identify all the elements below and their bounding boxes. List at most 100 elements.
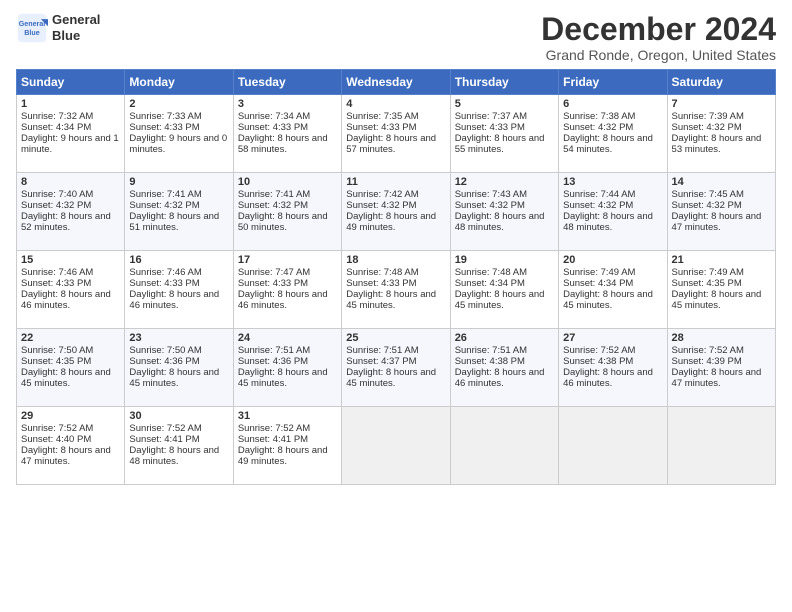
sunset-text: Sunset: 4:33 PM <box>455 122 525 133</box>
sunset-text: Sunset: 4:32 PM <box>563 200 633 211</box>
sunrise-text: Sunrise: 7:47 AM <box>238 267 310 278</box>
day-number: 20 <box>563 254 662 266</box>
calendar-cell: 11Sunrise: 7:42 AMSunset: 4:32 PMDayligh… <box>342 173 450 251</box>
calendar-cell: 18Sunrise: 7:48 AMSunset: 4:33 PMDayligh… <box>342 251 450 329</box>
logo-icon: General Blue <box>16 12 48 44</box>
day-number: 12 <box>455 176 554 188</box>
sunset-text: Sunset: 4:37 PM <box>346 356 416 367</box>
daylight-text: Daylight: 8 hours and 45 minutes. <box>129 367 219 389</box>
day-number: 21 <box>672 254 771 266</box>
sunset-text: Sunset: 4:41 PM <box>238 434 308 445</box>
day-number: 16 <box>129 254 228 266</box>
calendar-cell: 13Sunrise: 7:44 AMSunset: 4:32 PMDayligh… <box>559 173 667 251</box>
calendar-cell: 5Sunrise: 7:37 AMSunset: 4:33 PMDaylight… <box>450 95 558 173</box>
sunset-text: Sunset: 4:33 PM <box>21 278 91 289</box>
sunset-text: Sunset: 4:33 PM <box>346 278 416 289</box>
calendar-cell: 24Sunrise: 7:51 AMSunset: 4:36 PMDayligh… <box>233 329 341 407</box>
sunrise-text: Sunrise: 7:51 AM <box>238 345 310 356</box>
daylight-text: Daylight: 8 hours and 48 minutes. <box>129 445 219 467</box>
calendar-cell: 16Sunrise: 7:46 AMSunset: 4:33 PMDayligh… <box>125 251 233 329</box>
day-number: 15 <box>21 254 120 266</box>
sunrise-text: Sunrise: 7:32 AM <box>21 111 93 122</box>
sunrise-text: Sunrise: 7:34 AM <box>238 111 310 122</box>
sunrise-text: Sunrise: 7:51 AM <box>455 345 527 356</box>
daylight-text: Daylight: 8 hours and 45 minutes. <box>238 367 328 389</box>
day-number: 5 <box>455 98 554 110</box>
daylight-text: Daylight: 8 hours and 57 minutes. <box>346 133 436 155</box>
sunset-text: Sunset: 4:33 PM <box>238 278 308 289</box>
sunset-text: Sunset: 4:32 PM <box>238 200 308 211</box>
sunrise-text: Sunrise: 7:42 AM <box>346 189 418 200</box>
daylight-text: Daylight: 8 hours and 45 minutes. <box>346 289 436 311</box>
calendar-cell: 1Sunrise: 7:32 AMSunset: 4:34 PMDaylight… <box>17 95 125 173</box>
daylight-text: Daylight: 8 hours and 48 minutes. <box>455 211 545 233</box>
sunset-text: Sunset: 4:35 PM <box>21 356 91 367</box>
day-number: 11 <box>346 176 445 188</box>
daylight-text: Daylight: 8 hours and 47 minutes. <box>21 445 111 467</box>
day-header: Tuesday <box>233 70 341 95</box>
calendar-cell: 26Sunrise: 7:51 AMSunset: 4:38 PMDayligh… <box>450 329 558 407</box>
calendar-week-row: 8Sunrise: 7:40 AMSunset: 4:32 PMDaylight… <box>17 173 776 251</box>
calendar-cell <box>450 407 558 485</box>
day-number: 3 <box>238 98 337 110</box>
day-number: 10 <box>238 176 337 188</box>
day-number: 18 <box>346 254 445 266</box>
sunrise-text: Sunrise: 7:41 AM <box>129 189 201 200</box>
day-number: 24 <box>238 332 337 344</box>
sunrise-text: Sunrise: 7:37 AM <box>455 111 527 122</box>
sunrise-text: Sunrise: 7:48 AM <box>346 267 418 278</box>
logo-line2: Blue <box>52 28 100 44</box>
sunset-text: Sunset: 4:38 PM <box>563 356 633 367</box>
sunset-text: Sunset: 4:33 PM <box>238 122 308 133</box>
daylight-text: Daylight: 8 hours and 46 minutes. <box>129 289 219 311</box>
daylight-text: Daylight: 8 hours and 46 minutes. <box>455 367 545 389</box>
calendar-cell: 6Sunrise: 7:38 AMSunset: 4:32 PMDaylight… <box>559 95 667 173</box>
calendar-week-row: 29Sunrise: 7:52 AMSunset: 4:40 PMDayligh… <box>17 407 776 485</box>
calendar-cell: 27Sunrise: 7:52 AMSunset: 4:38 PMDayligh… <box>559 329 667 407</box>
header: General Blue General Blue December 2024 … <box>16 12 776 63</box>
sunrise-text: Sunrise: 7:38 AM <box>563 111 635 122</box>
calendar-cell: 2Sunrise: 7:33 AMSunset: 4:33 PMDaylight… <box>125 95 233 173</box>
sunrise-text: Sunrise: 7:35 AM <box>346 111 418 122</box>
daylight-text: Daylight: 8 hours and 53 minutes. <box>672 133 762 155</box>
sunrise-text: Sunrise: 7:46 AM <box>21 267 93 278</box>
calendar-cell: 12Sunrise: 7:43 AMSunset: 4:32 PMDayligh… <box>450 173 558 251</box>
sunrise-text: Sunrise: 7:45 AM <box>672 189 744 200</box>
calendar-cell <box>342 407 450 485</box>
sunset-text: Sunset: 4:32 PM <box>672 122 742 133</box>
calendar-cell: 14Sunrise: 7:45 AMSunset: 4:32 PMDayligh… <box>667 173 775 251</box>
sunset-text: Sunset: 4:40 PM <box>21 434 91 445</box>
calendar-container: General Blue General Blue December 2024 … <box>0 0 792 493</box>
day-number: 19 <box>455 254 554 266</box>
sunrise-text: Sunrise: 7:52 AM <box>238 423 310 434</box>
calendar-cell: 19Sunrise: 7:48 AMSunset: 4:34 PMDayligh… <box>450 251 558 329</box>
daylight-text: Daylight: 8 hours and 45 minutes. <box>346 367 436 389</box>
daylight-text: Daylight: 8 hours and 45 minutes. <box>563 289 653 311</box>
day-number: 2 <box>129 98 228 110</box>
sunrise-text: Sunrise: 7:43 AM <box>455 189 527 200</box>
day-number: 6 <box>563 98 662 110</box>
daylight-text: Daylight: 8 hours and 49 minutes. <box>238 445 328 467</box>
day-header: Thursday <box>450 70 558 95</box>
svg-text:Blue: Blue <box>24 29 39 37</box>
sunrise-text: Sunrise: 7:48 AM <box>455 267 527 278</box>
sunrise-text: Sunrise: 7:52 AM <box>129 423 201 434</box>
location: Grand Ronde, Oregon, United States <box>541 47 776 63</box>
month-title: December 2024 <box>541 12 776 47</box>
calendar-cell: 28Sunrise: 7:52 AMSunset: 4:39 PMDayligh… <box>667 329 775 407</box>
sunset-text: Sunset: 4:36 PM <box>238 356 308 367</box>
calendar-cell: 10Sunrise: 7:41 AMSunset: 4:32 PMDayligh… <box>233 173 341 251</box>
calendar-cell: 4Sunrise: 7:35 AMSunset: 4:33 PMDaylight… <box>342 95 450 173</box>
sunset-text: Sunset: 4:39 PM <box>672 356 742 367</box>
sunrise-text: Sunrise: 7:52 AM <box>563 345 635 356</box>
sunrise-text: Sunrise: 7:39 AM <box>672 111 744 122</box>
calendar-cell: 22Sunrise: 7:50 AMSunset: 4:35 PMDayligh… <box>17 329 125 407</box>
sunrise-text: Sunrise: 7:49 AM <box>672 267 744 278</box>
calendar-week-row: 15Sunrise: 7:46 AMSunset: 4:33 PMDayligh… <box>17 251 776 329</box>
day-number: 25 <box>346 332 445 344</box>
calendar-cell: 23Sunrise: 7:50 AMSunset: 4:36 PMDayligh… <box>125 329 233 407</box>
day-number: 4 <box>346 98 445 110</box>
day-header: Friday <box>559 70 667 95</box>
day-number: 17 <box>238 254 337 266</box>
sunrise-text: Sunrise: 7:41 AM <box>238 189 310 200</box>
